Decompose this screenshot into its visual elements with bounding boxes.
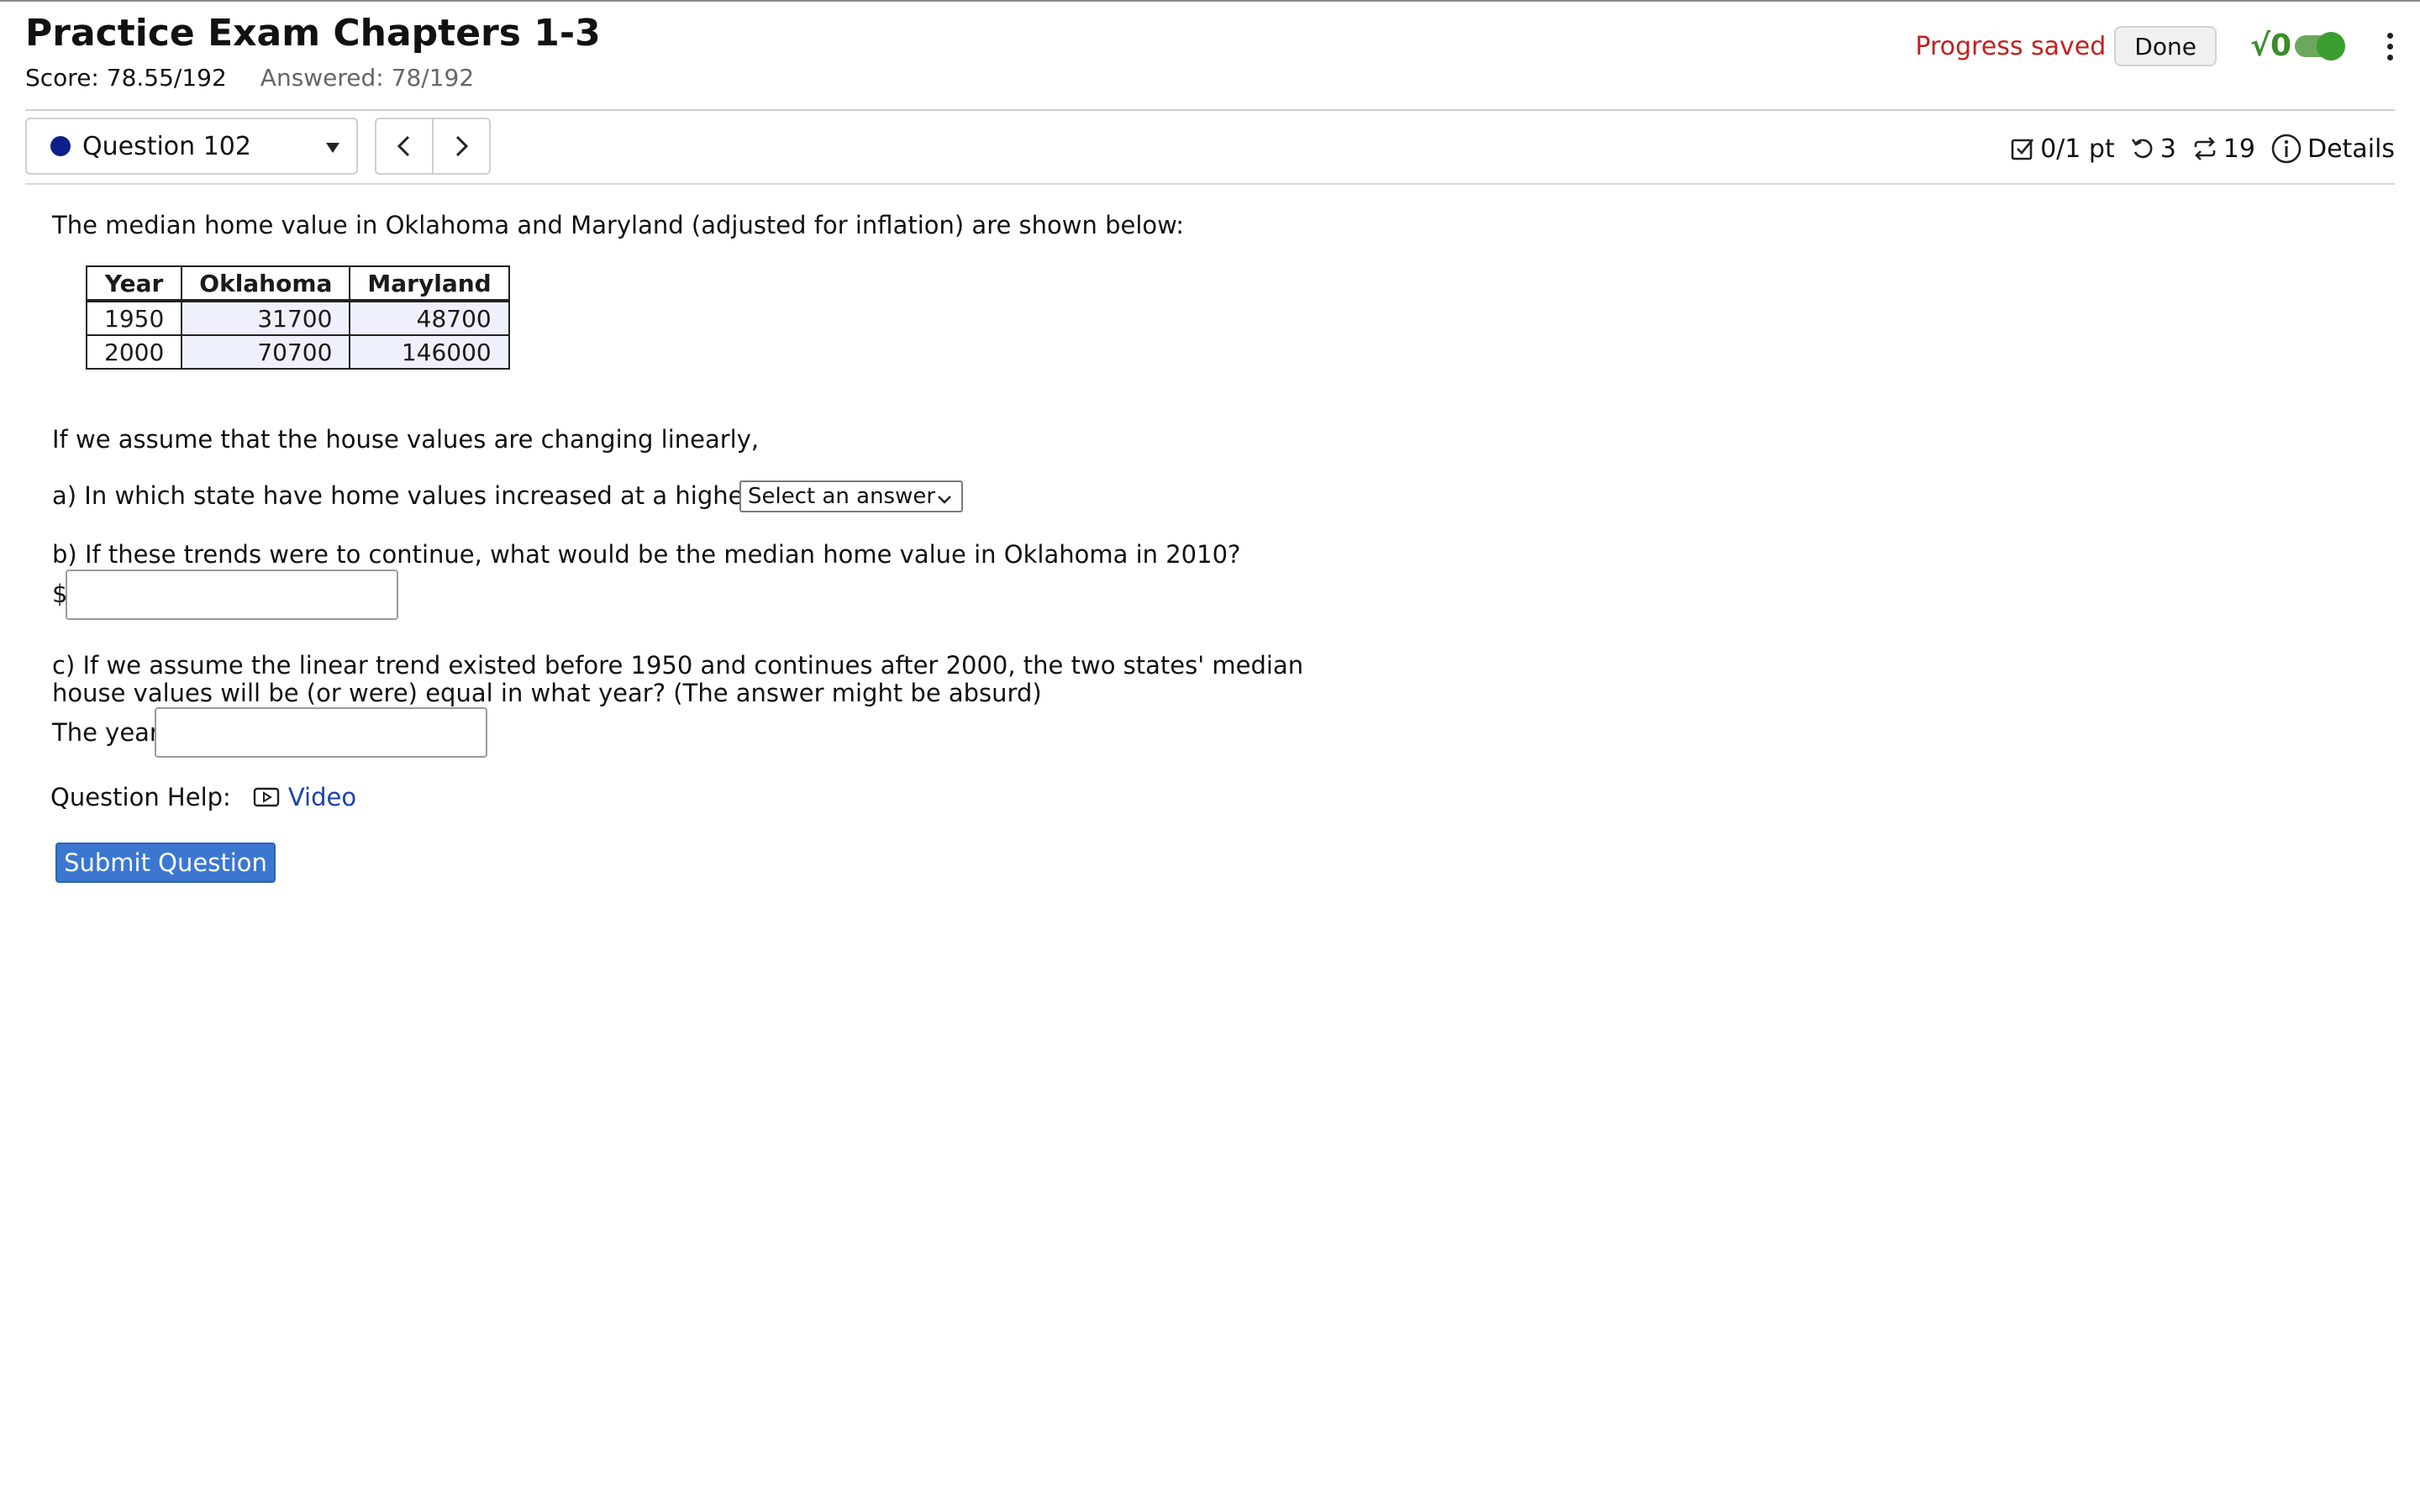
submit-question-button[interactable]: Submit Question [55,843,276,883]
part-b-prompt: b) If these trends were to continue, wha… [52,540,1241,569]
part-a-select-value: Select an answer [748,484,936,509]
column-header: Oklahoma [181,265,351,302]
chevron-down-icon [936,489,953,514]
sqrt-icon: √0 [2249,29,2291,63]
question-nav-buttons [375,118,491,175]
kebab-dot [2387,43,2393,50]
header-divider [25,109,2395,111]
progress-status: Progress saved [1915,31,2107,61]
checkbox-icon [2010,136,2035,161]
column-header: Year [85,265,183,302]
score-text: Score: 78.55/192 [25,64,227,92]
part-b-answer-input[interactable] [66,570,398,620]
table-header-row: Year Oklahoma Maryland [85,265,510,302]
table-cell: 2000 [85,334,183,370]
kebab-dot [2387,32,2393,39]
question-meta: 0/1 pt 3 19 Details [2010,128,2395,170]
toggle-switch[interactable] [2295,32,2345,60]
part-c-label: The year [52,718,160,747]
details-label: Details [2307,134,2395,164]
attempts-text: 3 [2160,134,2176,164]
column-header: Maryland [349,265,510,302]
details-button[interactable]: Details [2270,133,2395,165]
video-help-link[interactable]: Video [253,783,356,811]
versions-indicator: 19 [2191,134,2255,164]
caret-down-icon [326,143,339,153]
math-entry-toggle[interactable]: √0 [2249,29,2345,63]
linear-assumption-text: If we assume that the house values are c… [52,425,760,454]
table-cell: 70700 [181,334,351,370]
table-cell: 1950 [85,300,183,336]
home-value-table: Year Oklahoma Maryland 1950 31700 48700 … [85,265,510,370]
table-row: 2000 70700 146000 [85,334,510,370]
toggle-knob [2317,32,2345,60]
previous-question-button[interactable] [376,119,432,173]
points-text: 0/1 pt [2040,134,2115,164]
table-row: 1950 31700 48700 [85,300,510,336]
question-status-dot [50,136,71,156]
top-border [0,0,2420,2]
table-cell: 146000 [349,334,510,370]
chevron-left-icon [397,135,410,157]
nav-divider [25,183,2395,185]
question-intro: The median home value in Oklahoma and Ma… [52,211,1185,239]
more-options-icon[interactable] [2381,29,2400,64]
part-a-prompt: a) In which state have home values incre… [52,481,823,510]
video-icon [253,786,280,808]
attempts-indicator: 3 [2130,134,2176,164]
video-link-label: Video [287,783,357,811]
info-icon [2270,133,2302,165]
table-cell: 31700 [181,300,351,336]
versions-text: 19 [2223,134,2255,164]
score-summary: Score: 78.55/192 Answered: 78/192 [25,64,474,92]
part-c-prompt-line2: house values will be (or were) equal in … [52,679,1042,707]
question-help: Question Help: Video [50,783,356,811]
part-c-answer-input[interactable] [155,707,487,758]
part-c-prompt-line1: c) If we assume the linear trend existed… [52,651,1304,680]
question-selector-label: Question 102 [82,131,251,161]
next-question-button[interactable] [432,119,489,173]
question-selector[interactable]: Question 102 [25,118,358,175]
exam-title: Practice Exam Chapters 1-3 [25,12,601,55]
header-actions: Progress saved Done √0 [1915,24,2400,69]
done-button[interactable]: Done [2114,26,2217,66]
points-indicator: 0/1 pt [2010,134,2115,164]
answered-count: Answered: 78/192 [260,64,475,92]
chevron-right-icon [455,135,469,157]
question-help-label: Question Help: [50,783,231,811]
retry-icon [2130,136,2155,161]
kebab-dot [2387,54,2393,60]
part-a-answer-select[interactable]: Select an answer [739,480,963,512]
versions-icon [2191,136,2218,161]
table-cell: 48700 [349,300,510,336]
